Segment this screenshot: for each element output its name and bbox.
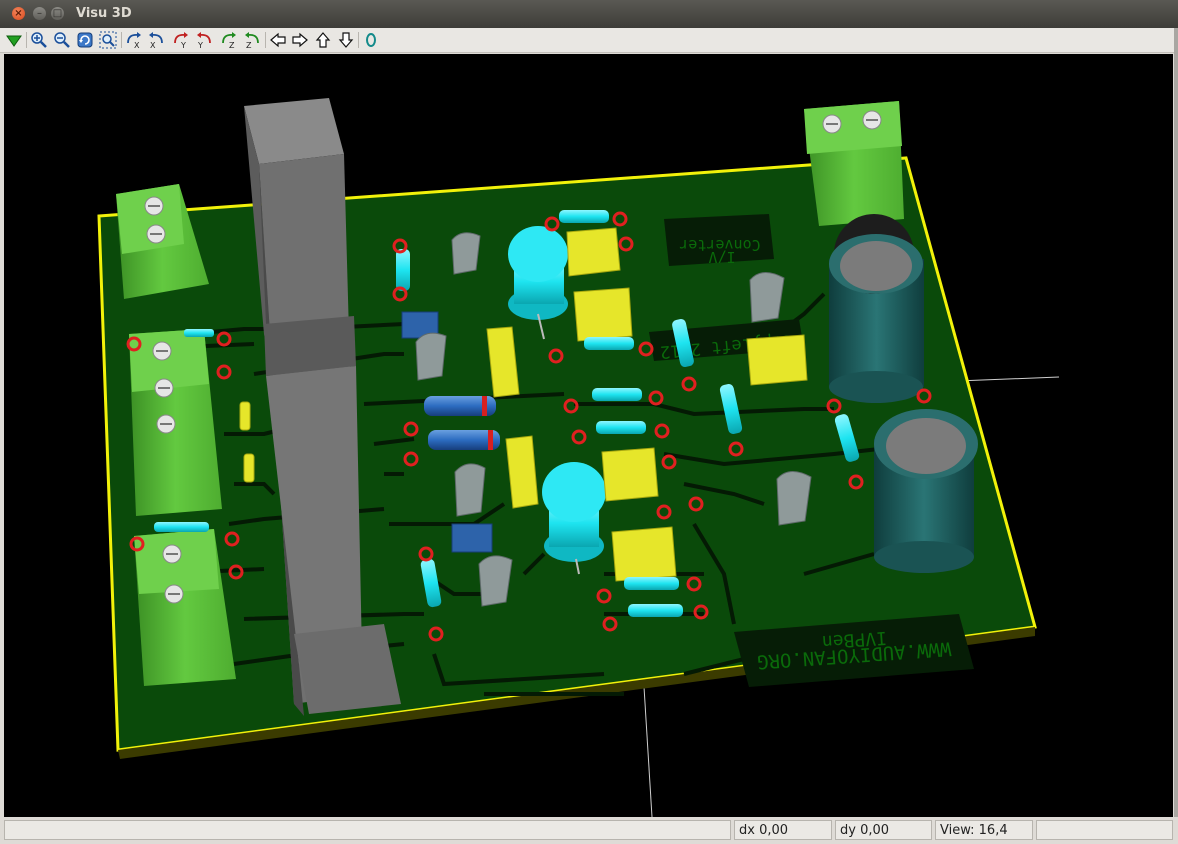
zoom-out-icon[interactable] <box>53 31 71 49</box>
status-message <box>4 820 731 840</box>
electrolytic-cap-top <box>829 214 924 403</box>
rotate-y-ccw-icon[interactable]: Y <box>195 31 213 49</box>
svg-text:Z: Z <box>229 41 235 49</box>
svg-text:Y: Y <box>197 41 203 49</box>
maximize-window-button[interactable]: □ <box>51 7 64 20</box>
zoom-fit-icon[interactable] <box>99 31 117 49</box>
screw-terminal-left-top <box>116 184 209 299</box>
close-window-button[interactable]: × <box>12 7 25 20</box>
pan-up-icon[interactable] <box>314 31 332 49</box>
status-dy: dy 0,00 <box>835 820 932 840</box>
rotate-x-cw-icon[interactable]: X <box>125 31 143 49</box>
zoom-in-icon[interactable] <box>30 31 48 49</box>
title-bar[interactable]: × – □ Visu 3D <box>0 0 1178 28</box>
svg-text:Y: Y <box>180 41 186 49</box>
toolbar-separator <box>265 32 266 48</box>
status-dx: dx 0,00 <box>734 820 832 840</box>
pan-down-icon[interactable] <box>337 31 355 49</box>
rotate-x-ccw-icon[interactable]: X <box>147 31 165 49</box>
svg-text:X: X <box>134 41 140 49</box>
rotate-y-cw-icon[interactable]: Y <box>172 31 190 49</box>
pan-right-icon[interactable] <box>291 31 309 49</box>
minimize-window-button[interactable]: – <box>33 7 46 20</box>
electrolytic-cap-bottom <box>874 409 978 573</box>
3d-viewport[interactable]: I/V Converter Copyleft 2012 IVPBen WWW.A… <box>4 54 1173 817</box>
status-bar: dx 0,00 dy 0,00 View: 16,4 <box>0 817 1178 844</box>
window-title: Visu 3D <box>76 6 132 21</box>
window-right-edge <box>1174 28 1178 844</box>
pan-left-icon[interactable] <box>269 31 287 49</box>
redraw-icon[interactable] <box>76 31 94 49</box>
reload-3d-icon[interactable] <box>5 31 23 49</box>
screw-terminal-right-top <box>804 101 904 226</box>
toolbar: X X Y Y Z Z <box>0 28 1174 53</box>
svg-text:Z: Z <box>246 41 252 49</box>
toolbar-separator <box>121 32 122 48</box>
rotate-z-ccw-icon[interactable]: Z <box>243 31 261 49</box>
rotate-z-cw-icon[interactable]: Z <box>220 31 238 49</box>
ortho-icon[interactable] <box>362 31 380 49</box>
silk-title-line2: Converter <box>679 236 760 254</box>
toolbar-separator <box>358 32 359 48</box>
status-view-zoom: View: 16,4 <box>935 820 1033 840</box>
toolbar-separator <box>26 32 27 48</box>
svg-text:X: X <box>150 41 156 49</box>
visu3d-window: × – □ Visu 3D X X Y Y Z Z I/V Converter … <box>0 0 1178 844</box>
pcb-3d-render[interactable]: I/V Converter Copyleft 2012 IVPBen WWW.A… <box>4 54 1173 817</box>
status-extra <box>1036 820 1173 840</box>
